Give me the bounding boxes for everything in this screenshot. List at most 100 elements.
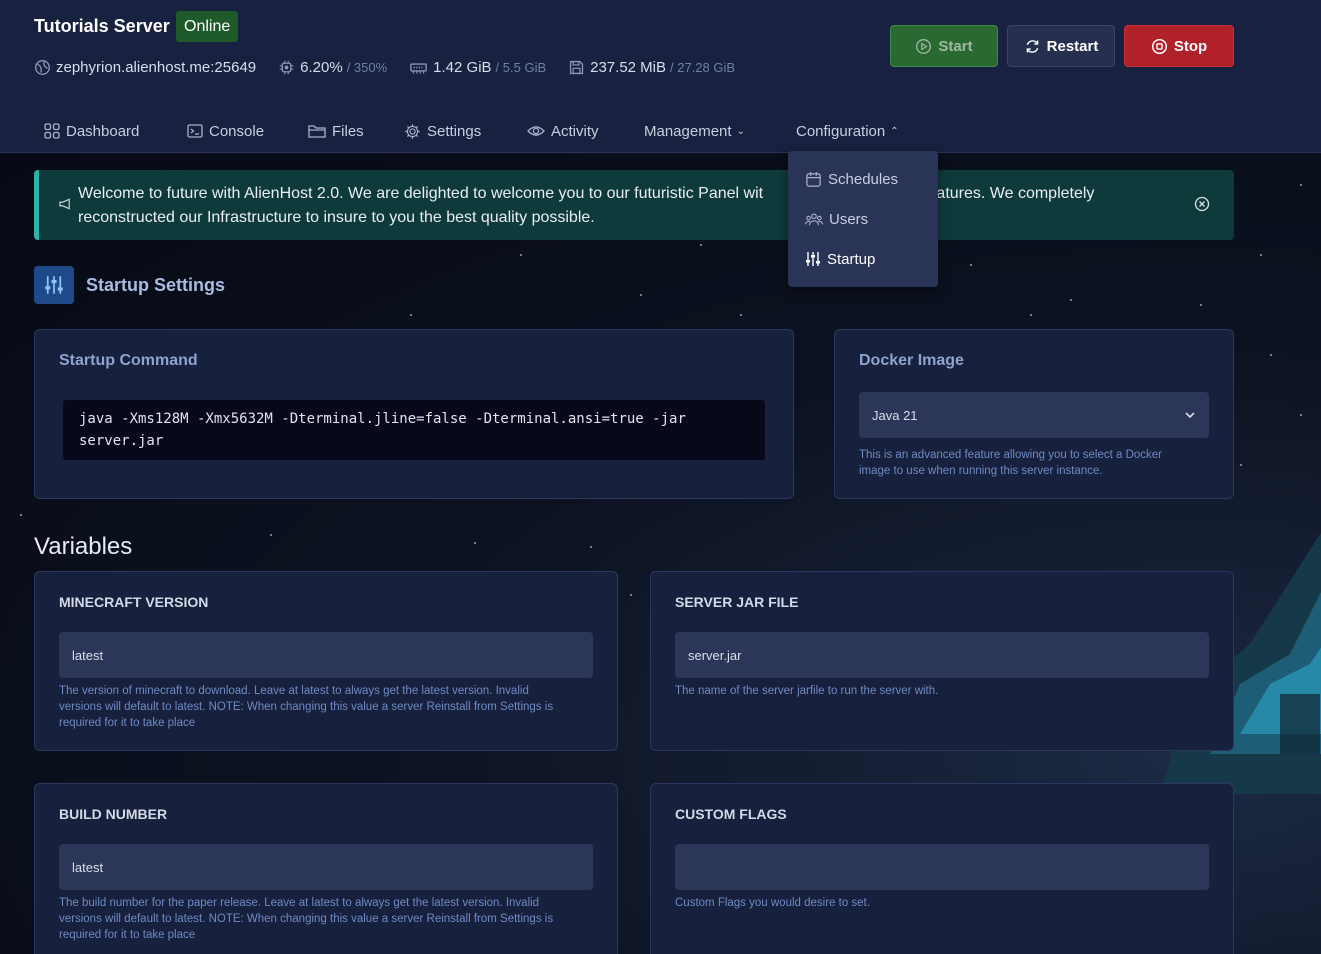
chevron-down-icon bbox=[1185, 412, 1195, 419]
status-badge: Online bbox=[176, 11, 239, 42]
dropdown-schedules[interactable]: Schedules bbox=[805, 167, 898, 191]
megaphone-icon bbox=[59, 198, 70, 210]
custom-flags-input[interactable] bbox=[675, 844, 1209, 890]
globe-icon bbox=[35, 59, 50, 75]
nav-console-label: Console bbox=[209, 122, 265, 140]
nav-console[interactable]: Console bbox=[187, 113, 264, 149]
variable-label: BUILD NUMBER bbox=[59, 806, 168, 822]
variable-hint: Custom Flags you would desire to set. bbox=[675, 895, 870, 911]
startup-command-title: Startup Command bbox=[59, 352, 198, 369]
stop-label: Stop bbox=[1173, 37, 1208, 55]
variable-hint: The build number for the paper release. … bbox=[59, 895, 553, 943]
cpu-stat: 6.20% / 350% bbox=[278, 59, 387, 76]
docker-image-card: Docker Image Java 21 This is an advanced… bbox=[834, 329, 1234, 499]
disk-value: 237.52 MiB bbox=[590, 58, 667, 76]
stop-button[interactable]: Stop bbox=[1124, 25, 1234, 67]
cpu-icon bbox=[279, 60, 294, 74]
nav-configuration-label: Configuration bbox=[796, 122, 886, 140]
hint-line: versions will default to latest. NOTE: W… bbox=[59, 913, 554, 925]
nav-dashboard-label: Dashboard bbox=[66, 122, 140, 140]
docker-image-value: Java 21 bbox=[872, 407, 918, 423]
nav-management[interactable]: Management ⌄ bbox=[644, 113, 745, 149]
memory-icon bbox=[410, 62, 428, 73]
hint-line: The version of minecraft to download. Le… bbox=[59, 685, 529, 697]
server-header: Tutorials Server Online zephyrion.alienh… bbox=[0, 0, 1321, 153]
build-number-input[interactable]: latest bbox=[59, 844, 593, 890]
variable-card-custom-flags: CUSTOM FLAGS Custom Flags you would desi… bbox=[650, 783, 1234, 954]
sliders-icon bbox=[806, 252, 820, 266]
hint-line: Custom Flags you would desire to set. bbox=[675, 897, 870, 909]
minecraft-version-input[interactable]: latest bbox=[59, 632, 593, 678]
variable-card-server-jar: SERVER JAR FILE server.jar The name of t… bbox=[650, 571, 1234, 751]
alert-message: Welcome to future with AlienHost 2.0. We… bbox=[78, 182, 1158, 230]
close-icon[interactable] bbox=[1194, 196, 1210, 212]
server-title: Tutorials Server bbox=[34, 16, 170, 36]
nav-configuration[interactable]: Configuration ⌃ bbox=[796, 113, 899, 149]
startup-section-icon bbox=[34, 266, 74, 304]
eye-icon bbox=[527, 126, 545, 136]
sliders-icon bbox=[45, 276, 63, 294]
configuration-dropdown: Schedules Users Startup bbox=[788, 151, 938, 287]
nav-management-label: Management bbox=[644, 122, 732, 140]
nav-activity-label: Activity bbox=[551, 122, 599, 140]
folder-icon bbox=[308, 125, 326, 138]
welcome-alert: Welcome to future with AlienHost 2.0. We… bbox=[34, 170, 1234, 240]
hint-line: required for it to take place bbox=[59, 717, 196, 729]
hint-line: versions will default to latest. NOTE: W… bbox=[59, 701, 554, 713]
chevron-up-icon: ⌃ bbox=[890, 125, 899, 137]
dropdown-users-label: Users bbox=[829, 210, 869, 228]
variable-label: CUSTOM FLAGS bbox=[675, 806, 787, 822]
users-icon bbox=[805, 213, 823, 226]
dropdown-users[interactable]: Users bbox=[805, 207, 868, 231]
variable-label: SERVER JAR FILE bbox=[675, 594, 799, 610]
terminal-icon bbox=[187, 124, 203, 138]
start-button[interactable]: Start bbox=[890, 25, 998, 67]
hint-line: required for it to take place bbox=[59, 929, 196, 941]
server-address[interactable]: zephyrion.alienhost.me:25649 bbox=[56, 59, 256, 76]
nav-dashboard[interactable]: Dashboard bbox=[44, 113, 139, 149]
restart-label: Restart bbox=[1046, 37, 1099, 55]
play-icon bbox=[916, 38, 932, 54]
dropdown-startup-label: Startup bbox=[827, 250, 876, 268]
page-title: Startup Settings bbox=[86, 275, 226, 295]
variable-label: MINECRAFT VERSION bbox=[59, 594, 209, 610]
nav-files[interactable]: Files bbox=[308, 113, 364, 149]
restart-icon bbox=[1026, 39, 1038, 53]
grid-icon bbox=[44, 123, 60, 139]
gear-icon bbox=[405, 123, 420, 139]
dropdown-schedules-label: Schedules bbox=[828, 170, 899, 188]
nav-settings-label: Settings bbox=[427, 122, 482, 140]
disk-stat: 237.52 MiB / 27.28 GiB bbox=[568, 59, 735, 76]
alert-line1-a: Welcome to future with AlienHost 2.0. We… bbox=[78, 185, 764, 202]
docker-hint-line1: This is an advanced feature allowing you… bbox=[859, 449, 1162, 461]
variable-card-minecraft-version: MINECRAFT VERSION latest The version of … bbox=[34, 571, 618, 751]
address-stat: zephyrion.alienhost.me:25649 bbox=[34, 59, 256, 76]
cpu-value: 6.20% bbox=[300, 58, 343, 76]
docker-image-select[interactable]: Java 21 bbox=[859, 392, 1209, 438]
docker-hint-line2: image to use when running this server in… bbox=[859, 465, 1103, 477]
variable-card-build-number: BUILD NUMBER latest The build number for… bbox=[34, 783, 618, 954]
startup-command-line1: java -Xms128M -Xmx5632M -Dterminal.jline… bbox=[79, 411, 686, 427]
nav-files-label: Files bbox=[332, 122, 364, 140]
variable-hint: The name of the server jarfile to run th… bbox=[675, 683, 938, 699]
nav-settings[interactable]: Settings bbox=[404, 113, 481, 149]
docker-image-hint: This is an advanced feature allowing you… bbox=[859, 447, 1162, 479]
docker-image-title: Docker Image bbox=[859, 352, 964, 369]
memory-value: 1.42 GiB bbox=[433, 58, 492, 76]
server-stats: zephyrion.alienhost.me:25649 6.20% / 350… bbox=[34, 56, 757, 78]
calendar-icon bbox=[806, 171, 821, 187]
nav-activity[interactable]: Activity bbox=[527, 113, 599, 149]
memory-max: / 5.5 GiB bbox=[495, 59, 547, 75]
variables-heading: Variables bbox=[34, 533, 133, 560]
dropdown-startup[interactable]: Startup bbox=[805, 247, 875, 271]
disk-max: / 27.28 GiB bbox=[670, 59, 736, 75]
hint-line: The build number for the paper release. … bbox=[59, 897, 540, 909]
stop-icon bbox=[1151, 38, 1167, 54]
alert-line1-b: features. We completely bbox=[923, 185, 1095, 202]
chevron-down-icon: ⌄ bbox=[736, 125, 745, 137]
variable-hint: The version of minecraft to download. Le… bbox=[59, 683, 553, 731]
restart-button[interactable]: Restart bbox=[1007, 25, 1115, 67]
startup-command-line2: server.jar bbox=[79, 433, 164, 449]
startup-command-code[interactable]: java -Xms128M -Xmx5632M -Dterminal.jline… bbox=[63, 400, 765, 460]
server-jar-input[interactable]: server.jar bbox=[675, 632, 1209, 678]
